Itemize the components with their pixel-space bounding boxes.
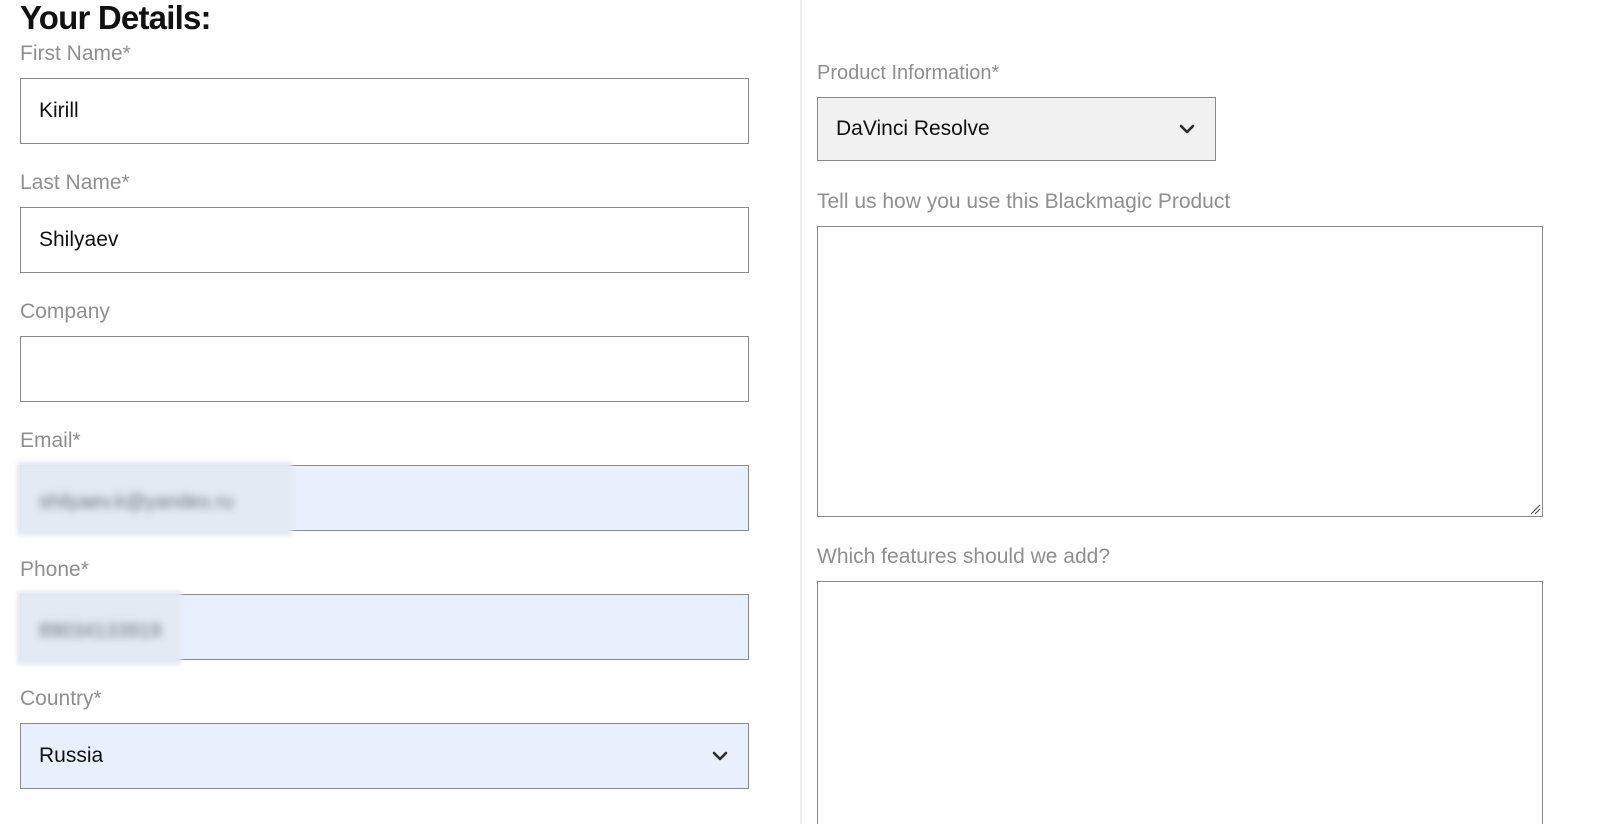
company-label: Company — [20, 300, 110, 323]
features-textarea[interactable] — [817, 581, 1543, 824]
phone-field[interactable]: 89034133919 — [17, 591, 749, 665]
features-label: Which features should we add? — [817, 545, 1111, 568]
first-name-field[interactable]: Kirill — [20, 78, 749, 144]
usage-label: Tell us how you use this Blackmagic Prod… — [817, 190, 1231, 213]
last-name-value: Shilyaev — [39, 228, 119, 251]
country-select[interactable]: Russia — [20, 723, 749, 789]
last-name-label: Last Name* — [20, 171, 130, 194]
your-details-heading: Your Details: — [20, 0, 212, 36]
phone-value: 89034133919 — [39, 620, 162, 642]
usage-textarea[interactable] — [817, 226, 1543, 517]
country-label: Country* — [20, 687, 102, 710]
email-value: shilyaev.k@yandex.ru — [39, 491, 234, 513]
registration-form-page: Your Details: First Name* Kirill Last Na… — [0, 0, 1600, 824]
product-information-label: Product Information* — [817, 62, 1000, 84]
company-field[interactable] — [20, 336, 749, 402]
product-select[interactable]: DaVinci Resolve — [817, 97, 1216, 161]
email-field[interactable]: shilyaev.k@yandex.ru — [17, 462, 749, 536]
column-divider — [800, 0, 802, 824]
resize-grip-icon[interactable] — [1529, 503, 1541, 515]
last-name-field[interactable]: Shilyaev — [20, 207, 749, 273]
chevron-down-icon[interactable] — [710, 746, 730, 766]
first-name-label: First Name* — [20, 42, 131, 65]
country-value: Russia — [39, 744, 104, 767]
phone-label: Phone* — [20, 558, 89, 581]
email-label: Email* — [20, 429, 81, 452]
product-value: DaVinci Resolve — [836, 117, 990, 140]
first-name-value: Kirill — [39, 99, 79, 122]
chevron-down-icon[interactable] — [1177, 119, 1197, 139]
